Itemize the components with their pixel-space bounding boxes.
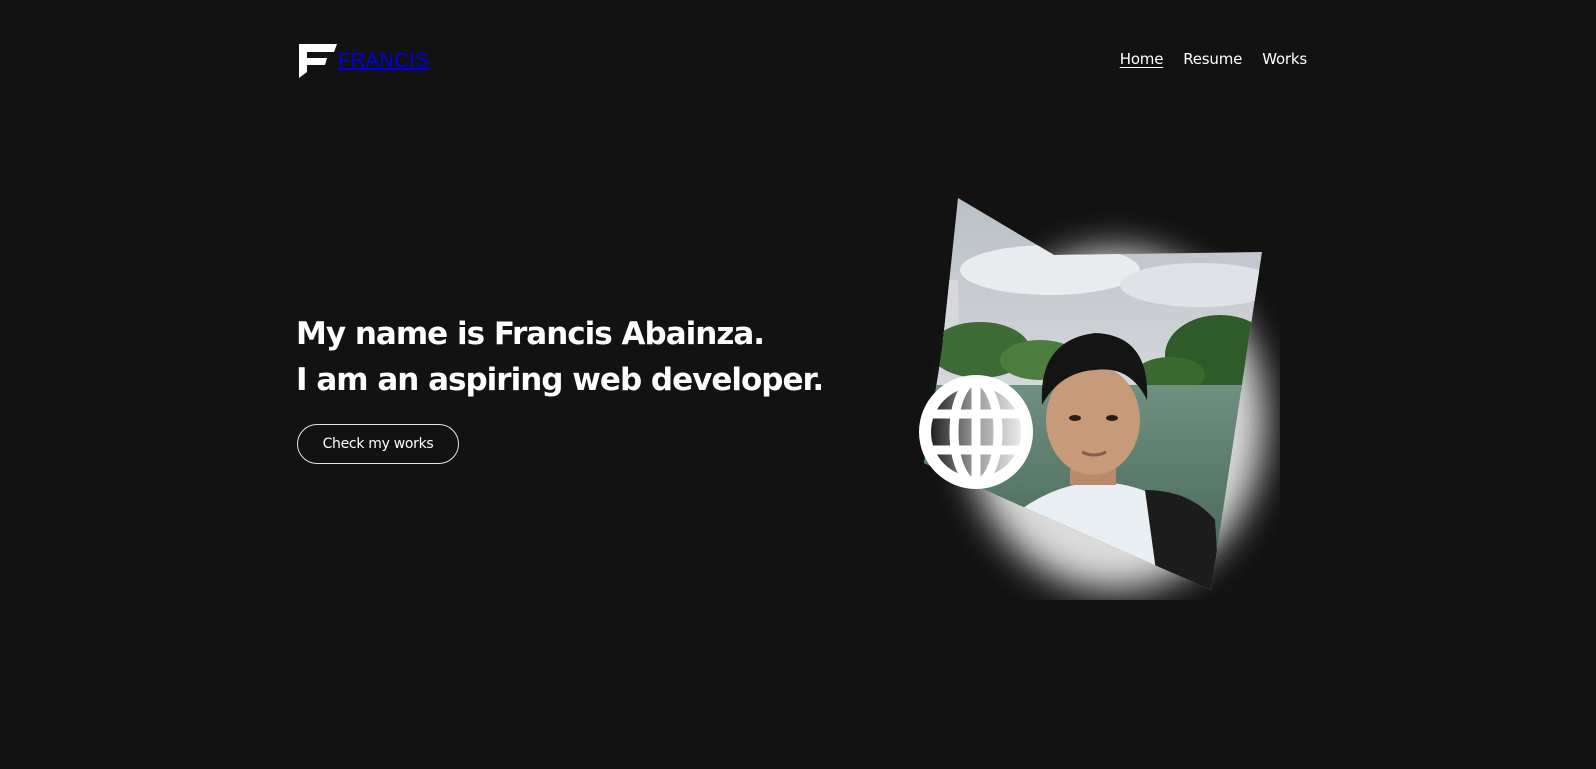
site-header: FRANCIS Home Resume Works <box>297 42 1307 80</box>
logo-text: FRANCIS <box>338 49 430 72</box>
main-nav: Home Resume Works <box>1120 50 1307 68</box>
logo[interactable]: FRANCIS <box>297 42 429 78</box>
hero-line-role: I am an aspiring web developer. <box>296 362 824 398</box>
globe-icon <box>916 372 1036 492</box>
check-works-button[interactable]: Check my works <box>297 424 459 464</box>
nav-resume[interactable]: Resume <box>1183 50 1242 68</box>
nav-works[interactable]: Works <box>1262 50 1307 68</box>
hero-line-name: My name is Francis Abainza. <box>296 316 765 352</box>
hero-headline: My name is Francis Abainza. I am an aspi… <box>296 311 856 403</box>
f-logo-icon <box>299 44 337 78</box>
nav-home[interactable]: Home <box>1120 50 1164 68</box>
